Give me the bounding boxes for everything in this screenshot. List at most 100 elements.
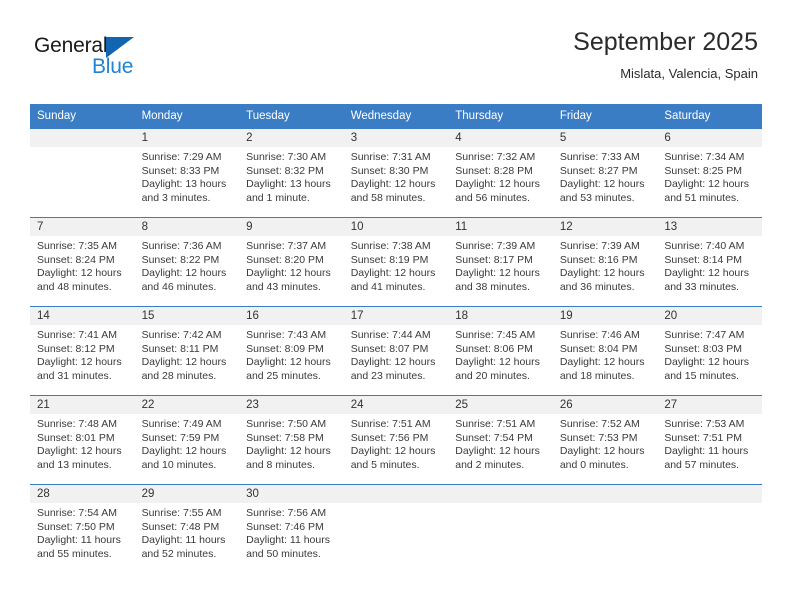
daylight-text-line2: and 50 minutes.: [246, 547, 321, 560]
calendar-day-cell[interactable]: 29 Sunrise: 7:55 AM Sunset: 7:48 PM Dayligh…: [134, 484, 240, 573]
calendar-day-cell[interactable]: 15 Sunrise: 7:42 AM Sunset: 8:11 PM Dayligh…: [134, 306, 240, 396]
calendar-day-cell[interactable]: 1 Sunrise: 7:29 AM Sunset: 8:33 PM Daylight…: [134, 128, 240, 218]
calendar-day-cell[interactable]: 12 Sunrise: 7:39 AM Sunset: 8:16 PM Dayligh…: [552, 217, 658, 307]
calendar-day-cell[interactable]: 22 Sunrise: 7:49 AM Sunset: 7:59 PM Dayligh…: [134, 395, 240, 485]
calendar-week-row: 1 Sunrise: 7:29 AM Sunset: 8:33 PM Daylight…: [30, 128, 762, 218]
calendar-day-cell[interactable]: 8 Sunrise: 7:36 AM Sunset: 8:22 PM Daylight…: [134, 217, 240, 307]
calendar-day-cell[interactable]: 9 Sunrise: 7:37 AM Sunset: 8:20 PM Daylight…: [239, 217, 344, 307]
sunset-text: Sunset: 7:50 PM: [37, 520, 115, 533]
day-details: Sunrise: 7:41 AM Sunset: 8:12 PM Daylight:…: [30, 325, 135, 383]
daylight-text-line2: and 15 minutes.: [664, 369, 740, 382]
day-details: Sunrise: 7:47 AM Sunset: 8:03 PM Daylight:…: [657, 325, 762, 383]
calendar-day-cell: [343, 484, 449, 573]
day-number: 2: [239, 129, 344, 147]
sunrise-text: Sunrise: 7:39 AM: [455, 240, 536, 252]
daylight-text-line2: and 38 minutes.: [455, 280, 530, 293]
day-cell-content: 10 Sunrise: 7:38 AM Sunset: 8:19 PM Dayligh…: [343, 218, 449, 306]
calendar-day-cell[interactable]: 14 Sunrise: 7:41 AM Sunset: 8:12 PM Dayligh…: [30, 306, 135, 396]
calendar-day-cell[interactable]: 26 Sunrise: 7:52 AM Sunset: 7:53 PM Dayligh…: [552, 395, 658, 485]
day-number: 6: [657, 129, 762, 147]
calendar-week-row: 28 Sunrise: 7:54 AM Sunset: 7:50 PM Dayligh…: [30, 484, 762, 573]
sunrise-text: Sunrise: 7:42 AM: [141, 329, 222, 341]
day-cell-content: [343, 485, 449, 573]
day-cell-content: 20 Sunrise: 7:47 AM Sunset: 8:03 PM Dayligh…: [657, 307, 762, 395]
daylight-text-line1: Daylight: 12 hours: [664, 267, 750, 280]
daylight-text-line1: Daylight: 12 hours: [141, 267, 227, 280]
sunrise-text: Sunrise: 7:56 AM: [246, 507, 327, 519]
calendar-day-cell[interactable]: 17 Sunrise: 7:44 AM Sunset: 8:07 PM Dayligh…: [343, 306, 449, 396]
sunrise-text: Sunrise: 7:45 AM: [455, 329, 536, 341]
calendar-day-cell[interactable]: 25 Sunrise: 7:51 AM Sunset: 7:54 PM Dayligh…: [448, 395, 553, 485]
day-number: 24: [343, 396, 449, 414]
calendar-day-cell[interactable]: 13 Sunrise: 7:40 AM Sunset: 8:14 PM Dayligh…: [657, 217, 762, 307]
daylight-text-line2: and 1 minute.: [246, 191, 310, 204]
sunrise-text: Sunrise: 7:52 AM: [559, 418, 640, 430]
sunset-text: Sunset: 8:11 PM: [141, 342, 219, 355]
daylight-text-line2: and 3 minutes.: [141, 191, 211, 204]
day-number: 16: [239, 307, 344, 325]
page-title: September 2025: [573, 28, 758, 56]
calendar-day-cell[interactable]: 27 Sunrise: 7:53 AM Sunset: 7:51 PM Dayligh…: [657, 395, 762, 485]
sunrise-text: Sunrise: 7:37 AM: [246, 240, 327, 252]
day-cell-content: 12 Sunrise: 7:39 AM Sunset: 8:16 PM Dayligh…: [552, 218, 658, 306]
day-number: 10: [343, 218, 449, 236]
sunset-text: Sunset: 8:14 PM: [664, 253, 743, 266]
sunrise-text: Sunrise: 7:50 AM: [246, 418, 327, 430]
calendar-day-cell: [30, 128, 135, 218]
calendar-day-cell[interactable]: 18 Sunrise: 7:45 AM Sunset: 8:06 PM Dayligh…: [448, 306, 553, 396]
calendar-day-cell[interactable]: 6 Sunrise: 7:34 AM Sunset: 8:25 PM Daylight…: [657, 128, 762, 218]
sunrise-text: Sunrise: 7:29 AM: [141, 151, 222, 163]
calendar-day-cell[interactable]: 21 Sunrise: 7:48 AM Sunset: 8:01 PM Dayligh…: [30, 395, 135, 485]
page-header: General Blue September 2025 Mislata, Val…: [34, 26, 758, 98]
day-number: [30, 129, 135, 147]
daylight-text-line1: Daylight: 12 hours: [37, 445, 122, 458]
calendar-day-cell[interactable]: 19 Sunrise: 7:46 AM Sunset: 8:04 PM Dayligh…: [552, 306, 658, 396]
day-cell-content: 30 Sunrise: 7:56 AM Sunset: 7:46 PM Dayligh…: [239, 485, 344, 573]
day-cell-content: 2 Sunrise: 7:30 AM Sunset: 8:32 PM Daylight…: [239, 129, 344, 217]
calendar-day-cell[interactable]: 11 Sunrise: 7:39 AM Sunset: 8:17 PM Dayligh…: [448, 217, 553, 307]
daylight-text-line2: and 20 minutes.: [455, 369, 530, 382]
day-cell-content: 28 Sunrise: 7:54 AM Sunset: 7:50 PM Dayligh…: [30, 485, 135, 573]
calendar-day-cell[interactable]: 24 Sunrise: 7:51 AM Sunset: 7:56 PM Dayligh…: [343, 395, 449, 485]
brand-logo[interactable]: General Blue: [34, 34, 214, 90]
weekday-header-friday: Friday: [552, 104, 658, 129]
day-cell-content: 3 Sunrise: 7:31 AM Sunset: 8:30 PM Daylight…: [343, 129, 449, 217]
day-cell-content: 23 Sunrise: 7:50 AM Sunset: 7:58 PM Dayligh…: [239, 396, 344, 484]
sunrise-text: Sunrise: 7:36 AM: [141, 240, 222, 252]
calendar-day-cell[interactable]: 23 Sunrise: 7:50 AM Sunset: 7:58 PM Dayligh…: [239, 395, 344, 485]
calendar-day-cell[interactable]: 4 Sunrise: 7:32 AM Sunset: 8:28 PM Daylight…: [448, 128, 553, 218]
calendar-week-row: 21 Sunrise: 7:48 AM Sunset: 8:01 PM Dayligh…: [30, 395, 762, 485]
calendar-day-cell[interactable]: 16 Sunrise: 7:43 AM Sunset: 8:09 PM Dayligh…: [239, 306, 344, 396]
calendar-day-cell[interactable]: 30 Sunrise: 7:56 AM Sunset: 7:46 PM Dayligh…: [239, 484, 344, 573]
sunrise-text: Sunrise: 7:35 AM: [37, 240, 117, 252]
calendar-day-cell[interactable]: 3 Sunrise: 7:31 AM Sunset: 8:30 PM Daylight…: [343, 128, 449, 218]
sunset-text: Sunset: 8:20 PM: [246, 253, 324, 266]
sunset-text: Sunset: 8:27 PM: [559, 164, 638, 177]
calendar-day-cell[interactable]: 2 Sunrise: 7:30 AM Sunset: 8:32 PM Daylight…: [239, 128, 344, 218]
sunset-text: Sunset: 8:17 PM: [455, 253, 533, 266]
day-number: 3: [343, 129, 449, 147]
calendar-day-cell[interactable]: 28 Sunrise: 7:54 AM Sunset: 7:50 PM Dayligh…: [30, 484, 135, 573]
sunset-text: Sunset: 7:48 PM: [141, 520, 220, 533]
day-number: 23: [239, 396, 344, 414]
calendar-day-cell: [657, 484, 762, 573]
sunset-text: Sunset: 8:07 PM: [350, 342, 429, 355]
day-number: 18: [448, 307, 553, 325]
sunset-text: Sunset: 7:54 PM: [455, 431, 533, 444]
sunset-text: Sunset: 7:51 PM: [664, 431, 743, 444]
calendar-day-cell[interactable]: 10 Sunrise: 7:38 AM Sunset: 8:19 PM Dayligh…: [343, 217, 449, 307]
day-number: 20: [657, 307, 762, 325]
daylight-text-line1: Daylight: 13 hours: [141, 178, 227, 191]
sunrise-text: Sunrise: 7:51 AM: [350, 418, 431, 430]
sunset-text: Sunset: 7:53 PM: [559, 431, 638, 444]
daylight-text-line1: Daylight: 12 hours: [246, 267, 331, 280]
day-cell-content: 14 Sunrise: 7:41 AM Sunset: 8:12 PM Dayligh…: [30, 307, 135, 395]
calendar-day-cell[interactable]: 20 Sunrise: 7:47 AM Sunset: 8:03 PM Dayligh…: [657, 306, 762, 396]
daylight-text-line2: and 52 minutes.: [141, 547, 217, 560]
sunrise-text: Sunrise: 7:55 AM: [141, 507, 222, 519]
calendar-day-cell[interactable]: 5 Sunrise: 7:33 AM Sunset: 8:27 PM Daylight…: [552, 128, 658, 218]
calendar-day-cell[interactable]: 7 Sunrise: 7:35 AM Sunset: 8:24 PM Daylight…: [30, 217, 135, 307]
day-number: 25: [448, 396, 553, 414]
day-cell-content: 1 Sunrise: 7:29 AM Sunset: 8:33 PM Daylight…: [134, 129, 240, 217]
daylight-text-line2: and 5 minutes.: [350, 458, 420, 471]
